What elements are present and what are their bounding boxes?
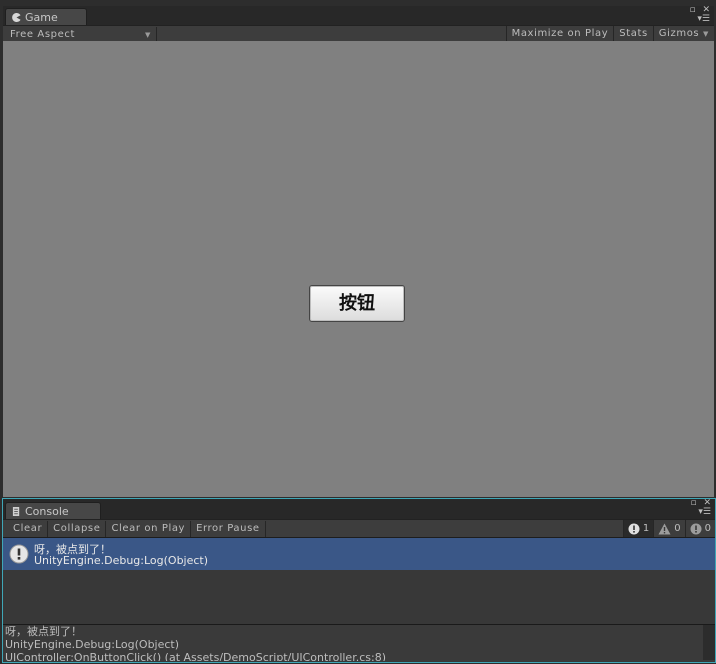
console-window: Console ▫ ✕ ▾☰ Clear Collapse Clear on P… [2,498,716,663]
tab-console[interactable]: Console [5,502,101,519]
detail-line: 呀，被点到了！ [5,625,82,638]
gizmos-chevron-icon: ▼ [703,30,709,38]
console-toolbar: Clear Collapse Clear on Play Error Pause… [3,519,715,538]
game-ui-button[interactable]: 按钮 [309,285,405,322]
tab-game-label: Game [25,10,58,24]
game-window-controls: ▫ ✕ ▾☰ [685,6,710,24]
log-info-icon [9,544,29,564]
info-icon [628,523,640,534]
detail-scrollbar[interactable] [703,625,715,660]
tab-console-label: Console [25,504,69,518]
detail-link-line[interactable]: UIController:OnButtonClick() (at Assets/… [3,651,715,661]
info-count-toggle[interactable]: 1 [622,520,654,537]
clear-on-play-button[interactable]: Clear on Play [106,520,192,537]
log-detail-panel[interactable]: 呀，被点到了！ UnityEngine.Debug:Log(Object) UI… [3,624,715,661]
detail-line: UnityEngine.Debug:Log(Object) [5,638,180,651]
warning-count-toggle[interactable]: 0 [653,520,684,537]
tab-game[interactable]: Game [5,8,87,25]
console-window-controls: ▫ ✕ ▾☰ [686,499,711,517]
game-viewport: 按钮 [3,41,714,497]
console-tabbar: Console ▫ ✕ ▾☰ [3,499,715,519]
console-icon [12,506,20,516]
gizmos-label: Gizmos [658,28,700,39]
console-maximize-icon[interactable]: ▫ [690,499,696,508]
error-icon [690,523,702,534]
log-stack-line: UnityEngine.Debug:Log(Object) [34,554,209,567]
console-log-entry[interactable]: 呀，被点到了！ UnityEngine.Debug:Log(Object) [3,538,715,570]
error-count: 0 [704,523,711,534]
info-count: 1 [642,523,650,534]
warning-count: 0 [674,523,681,534]
game-tabbar: Game ▫ ✕ ▾☰ [3,6,714,25]
maximize-on-play-button[interactable]: Maximize on Play [505,26,614,42]
error-pause-button[interactable]: Error Pause [191,520,266,537]
stats-button[interactable]: Stats [613,26,653,42]
error-count-toggle[interactable]: 0 [684,520,715,537]
tab-menu-icon[interactable]: ▾☰ [697,15,710,24]
clear-button[interactable]: Clear [3,520,49,537]
gizmos-button[interactable]: Gizmos ▼ [652,26,714,42]
collapse-button[interactable]: Collapse [48,520,107,537]
maximize-icon[interactable]: ▫ [689,6,695,15]
pacman-icon [12,12,21,22]
console-tab-menu-icon[interactable]: ▾☰ [698,508,711,517]
warning-icon [658,523,671,534]
